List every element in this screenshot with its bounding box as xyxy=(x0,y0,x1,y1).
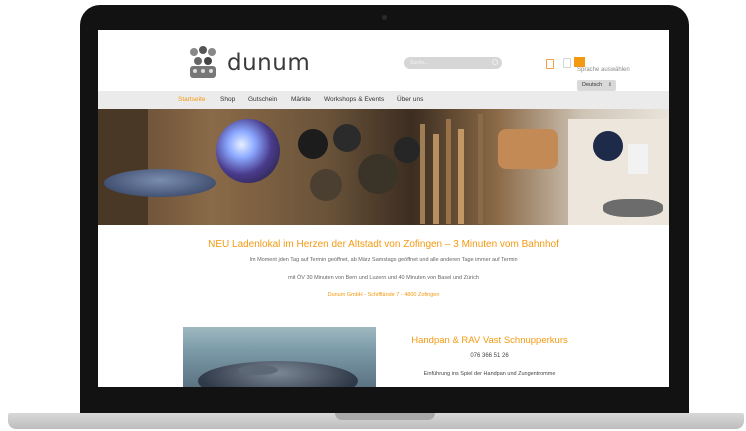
promo-phone[interactable]: 076 366 51 26 xyxy=(378,353,601,359)
announcement-travel-info: mit ÖV 30 Minuten von Bern und Luzern un… xyxy=(288,275,479,281)
laptop-notch xyxy=(335,413,435,420)
search-bar[interactable] xyxy=(404,57,502,69)
webcam xyxy=(382,15,387,20)
language-flag-icon[interactable] xyxy=(574,57,585,67)
nav-item-shop[interactable]: Shop xyxy=(220,96,235,103)
cart-icon[interactable] xyxy=(563,58,571,68)
chevron-updown-icon: ⇕ xyxy=(607,82,612,88)
search-icon[interactable] xyxy=(492,59,498,65)
website-screen: dunum Sprache auswählen Deutsch ⇕ Starts… xyxy=(98,30,669,387)
brand-name[interactable]: dunum xyxy=(227,50,310,76)
language-label: Sprache auswählen xyxy=(577,67,630,73)
handpan-image xyxy=(183,327,376,387)
site-header: dunum Sprache auswählen Deutsch ⇕ xyxy=(98,30,669,91)
promo-title[interactable]: Handpan & RAV Vast Schnupperkurs xyxy=(378,335,601,346)
nav-item-gutschein[interactable]: Gutschein xyxy=(248,96,277,103)
search-input[interactable] xyxy=(410,58,488,68)
nav-item-ueber-uns[interactable]: Über uns xyxy=(397,96,423,103)
language-selected-value: Deutsch xyxy=(582,82,603,88)
logo-icon[interactable] xyxy=(186,44,220,80)
main-nav: Startseite Shop Gutschein Märkte Worksho… xyxy=(98,91,669,109)
user-icon[interactable] xyxy=(546,59,554,69)
announcement-opening-hours: Im Moment jden Tag auf Termin geöffnet, … xyxy=(249,257,518,263)
announcement-address[interactable]: Dunum GmbH - Schifflände 7 - 4800 Zofing… xyxy=(98,292,669,298)
language-select[interactable]: Deutsch ⇕ xyxy=(577,80,616,91)
announcement-headline: NEU Ladenlokal im Herzen der Altstadt vo… xyxy=(208,239,559,250)
nav-item-startseite[interactable]: Startseite xyxy=(178,96,205,103)
promo-description: Einführung ins Spiel der Handpan und Zun… xyxy=(423,371,556,377)
nav-item-maerkte[interactable]: Märkte xyxy=(291,96,311,103)
hero-banner-image xyxy=(98,109,669,225)
nav-item-workshops-events[interactable]: Workshops & Events xyxy=(324,96,384,103)
